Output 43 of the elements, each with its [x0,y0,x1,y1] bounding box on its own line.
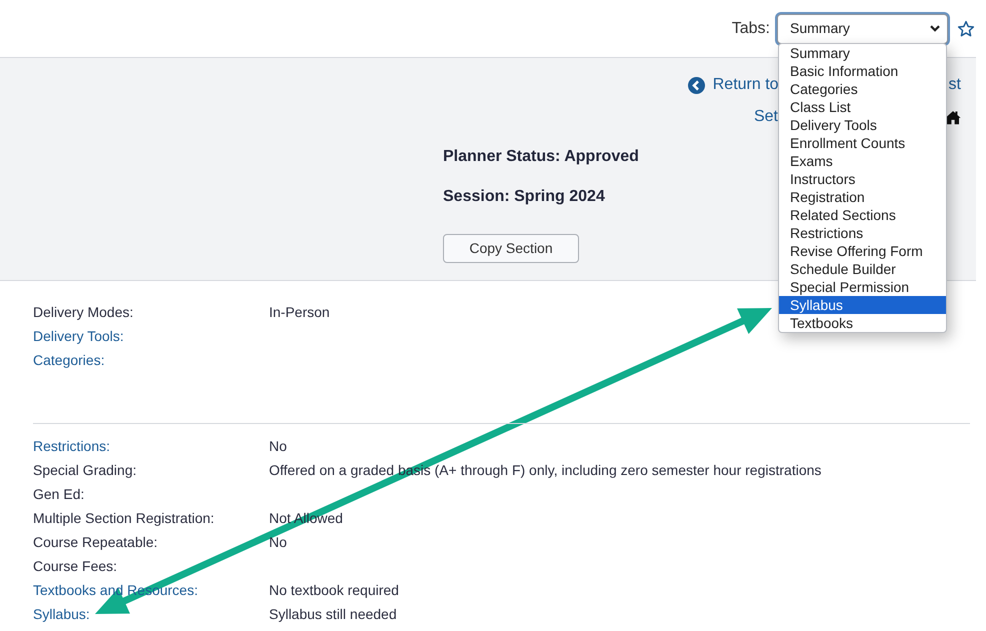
field-label: Course Fees: [33,558,118,574]
tabs-select[interactable]: Summary [777,14,948,44]
star-icon[interactable] [957,20,975,38]
field-value: Syllabus still needed [269,604,397,624]
session-label: Session: Spring 2024 [443,187,605,207]
field-link[interactable]: Syllabus: [33,606,90,622]
field-label: Multiple Section Registration: [33,510,214,526]
return-link[interactable]: Return to [688,73,779,97]
field-value: No [269,436,287,456]
house-icon[interactable] [945,110,961,124]
partial-link[interactable]: Set [754,105,778,129]
dropdown-option[interactable]: Basic Information [779,62,946,80]
field-link[interactable]: Restrictions: [33,438,110,454]
field-value: No textbook required [269,580,399,600]
dropdown-option[interactable]: Related Sections [779,206,946,224]
dropdown-option[interactable]: Instructors [779,170,946,188]
field-label: Special Grading: [33,462,137,478]
dropdown-option[interactable]: Summary [779,44,946,62]
field-label: Course Repeatable: [33,534,158,550]
field-value: No [269,532,287,552]
field-value: In-Person [269,302,330,322]
dropdown-option[interactable]: Categories [779,80,946,98]
dropdown-option[interactable]: Delivery Tools [779,116,946,134]
dropdown-option[interactable]: Exams [779,152,946,170]
dropdown-option[interactable]: Revise Offering Form [779,242,946,260]
field-label: Delivery Modes: [33,304,134,320]
dropdown-option[interactable]: Enrollment Counts [779,134,946,152]
dropdown-option[interactable]: Registration [779,188,946,206]
field-link[interactable]: Delivery Tools: [33,328,124,344]
field-label: Gen Ed: [33,486,84,502]
link-text-fragment[interactable]: st [948,73,961,97]
dropdown-option[interactable]: Schedule Builder [779,260,946,278]
tabs-label: Tabs: [732,18,770,38]
dropdown-option[interactable]: Special Permission [779,278,946,296]
dropdown-option[interactable]: Restrictions [779,224,946,242]
dropdown-option[interactable]: Syllabus [779,296,946,314]
field-link[interactable]: Categories: [33,352,105,368]
dropdown-option[interactable]: Class List [779,98,946,116]
chevron-left-circle-icon [688,76,705,94]
copy-section-button[interactable]: Copy Section [443,234,579,263]
chevron-down-icon [930,25,940,32]
planner-status: Planner Status: Approved [443,147,639,167]
dropdown-option[interactable]: Textbooks [779,314,946,332]
